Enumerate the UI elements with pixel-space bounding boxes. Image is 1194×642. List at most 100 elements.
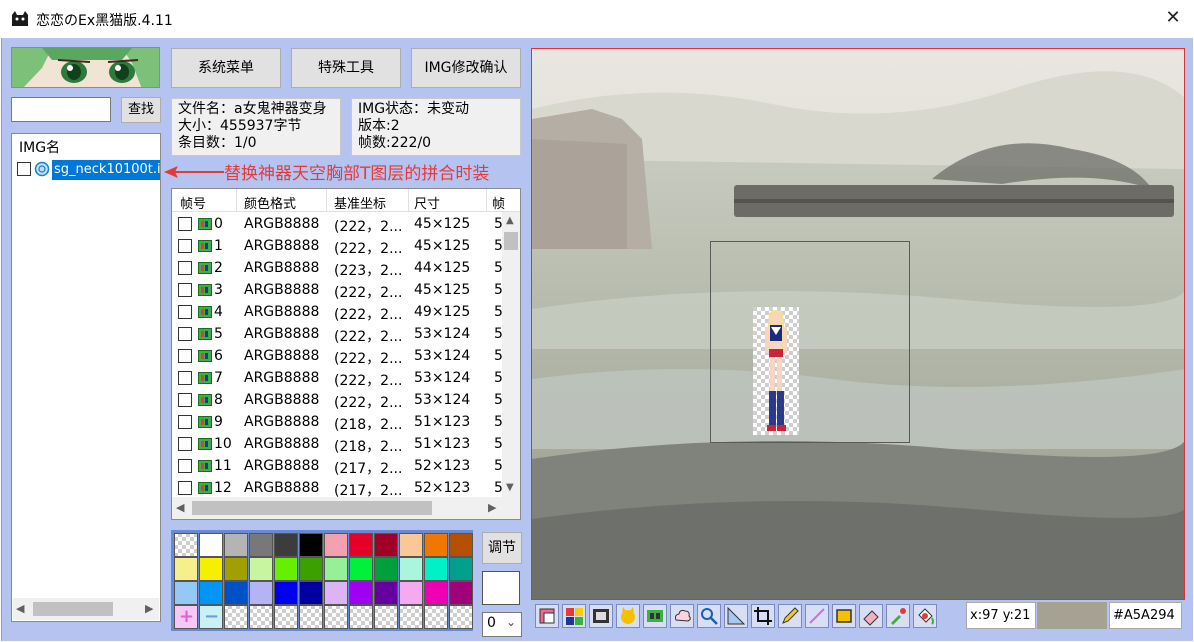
eraser-icon[interactable] [859,604,883,628]
frame-checkbox[interactable] [178,239,192,253]
frame-checkbox[interactable] [178,349,192,363]
palette-swatch[interactable] [324,557,348,581]
palette-swatch[interactable] [424,581,448,605]
frame-checkbox[interactable] [178,371,192,385]
scroll-thumb[interactable] [33,602,113,616]
column-header-color-format[interactable]: 颜色格式 [244,193,296,212]
frame-checkbox[interactable] [178,481,192,495]
frame-table-hscrollbar[interactable]: ◀ ▶ [172,497,520,519]
palette-swatch[interactable] [249,581,273,605]
pencil-icon[interactable] [778,604,802,628]
frames-icon[interactable] [643,604,667,628]
frame-checkbox[interactable] [178,327,192,341]
palette-swatch[interactable] [224,557,248,581]
line-icon[interactable] [805,604,829,628]
frame-checkbox[interactable] [178,437,192,451]
table-row[interactable]: 12 ARGB8888 (217，2... 52×123 5 [172,477,503,499]
palette-swatch[interactable] [274,533,298,557]
table-row[interactable]: 2 ARGB8888 (223，2... 44×125 5 [172,257,503,279]
film-icon[interactable] [589,604,613,628]
palette-swatch[interactable] [424,533,448,557]
palette-swatch[interactable] [449,533,473,557]
sprite-canvas[interactable] [531,48,1185,600]
palette-swatch[interactable] [224,605,248,629]
palette-swatch[interactable] [324,605,348,629]
palette-swatch[interactable] [199,557,223,581]
palette-swatch[interactable] [349,581,373,605]
layers-icon[interactable] [535,604,559,628]
palette-swatch[interactable] [299,581,323,605]
palette-swatch[interactable] [224,533,248,557]
palette-swatch[interactable] [399,533,423,557]
table-row[interactable]: 0 ARGB8888 (222，2... 45×125 5 [172,213,503,235]
palette-swatch[interactable] [249,605,273,629]
palette-swatch[interactable] [424,605,448,629]
palette-swatch[interactable] [449,581,473,605]
palette-swatch[interactable] [449,605,473,629]
system-menu-button[interactable]: 系统菜单 [171,48,281,88]
palette-swatch[interactable] [374,581,398,605]
frame-table-vscrollbar[interactable]: ▲ ▼ [502,212,520,497]
palette-swatch[interactable] [274,557,298,581]
column-header-base-coord[interactable]: 基准坐标 [334,193,386,212]
img-item-name[interactable]: sg_neck10100t.img [52,160,160,180]
eyedropper-icon[interactable] [886,604,910,628]
palette-swatch[interactable]: − [199,605,223,629]
frame-checkbox[interactable] [178,415,192,429]
measure-icon[interactable] [724,604,748,628]
search-input[interactable] [11,97,111,122]
palette-swatch[interactable]: + [174,605,198,629]
scroll-down-arrow-icon[interactable]: ▼ [506,482,514,493]
scroll-thumb[interactable] [504,232,518,250]
frame-checkbox[interactable] [178,283,192,297]
fill-icon[interactable] [913,604,937,628]
palette-swatch[interactable] [399,605,423,629]
table-row[interactable]: 1 ARGB8888 (222，2... 45×125 5 [172,235,503,257]
palette-swatch[interactable] [324,581,348,605]
crop-icon[interactable] [751,604,775,628]
close-button[interactable]: ✕ [1158,4,1188,32]
palette-swatch[interactable] [199,581,223,605]
search-button[interactable]: 查找 [121,97,161,123]
scroll-right-arrow-icon[interactable]: ▶ [145,602,153,615]
palette-swatch[interactable] [374,533,398,557]
palette-swatch[interactable] [299,557,323,581]
palette-swatch[interactable] [449,557,473,581]
column-header-frame[interactable]: 帧 [492,193,505,212]
palette-swatch[interactable] [324,533,348,557]
palette-swatch[interactable] [299,533,323,557]
scroll-left-arrow-icon[interactable]: ◀ [176,501,184,514]
zoom-select[interactable]: 0 ⌄ [482,612,522,637]
column-header-size[interactable]: 尺寸 [414,193,440,212]
palette-swatch[interactable] [349,605,373,629]
palette-swatch[interactable] [174,581,198,605]
table-row[interactable]: 6 ARGB8888 (222，2... 53×124 5 [172,345,503,367]
palette-swatch[interactable] [249,533,273,557]
palette-swatch[interactable] [199,533,223,557]
special-tools-button[interactable]: 特殊工具 [291,48,401,88]
frame-bounding-box[interactable] [710,241,910,443]
table-row[interactable]: 4 ARGB8888 (222，2... 49×125 5 [172,301,503,323]
img-item-checkbox[interactable] [17,162,31,176]
palette-swatch[interactable] [374,605,398,629]
img-confirm-button[interactable]: IMG修改确认 [411,48,521,88]
table-row[interactable]: 11 ARGB8888 (217，2... 52×123 5 [172,455,503,477]
palette-swatch[interactable] [349,557,373,581]
palette-swatch[interactable] [349,533,373,557]
palette-swatch[interactable] [224,581,248,605]
table-row[interactable]: 7 ARGB8888 (222，2... 53×124 5 [172,367,503,389]
table-row[interactable]: 5 ARGB8888 (222，2... 53×124 5 [172,323,503,345]
scroll-up-arrow-icon[interactable]: ▲ [506,215,514,226]
palette-grid-icon[interactable] [562,604,586,628]
character-sprite[interactable] [753,307,799,435]
frame-checkbox[interactable] [178,261,192,275]
scroll-left-arrow-icon[interactable]: ◀ [16,602,24,615]
palette-swatch[interactable] [299,605,323,629]
palette-swatch[interactable] [374,557,398,581]
palette-swatch[interactable] [174,533,198,557]
column-header-frame-no[interactable]: 帧号 [180,193,206,212]
table-row[interactable]: 10 ARGB8888 (218，2... 51×123 5 [172,433,503,455]
cat-face-icon[interactable] [616,604,640,628]
adjust-button[interactable]: 调节 [482,532,522,564]
palette-swatch[interactable] [274,581,298,605]
